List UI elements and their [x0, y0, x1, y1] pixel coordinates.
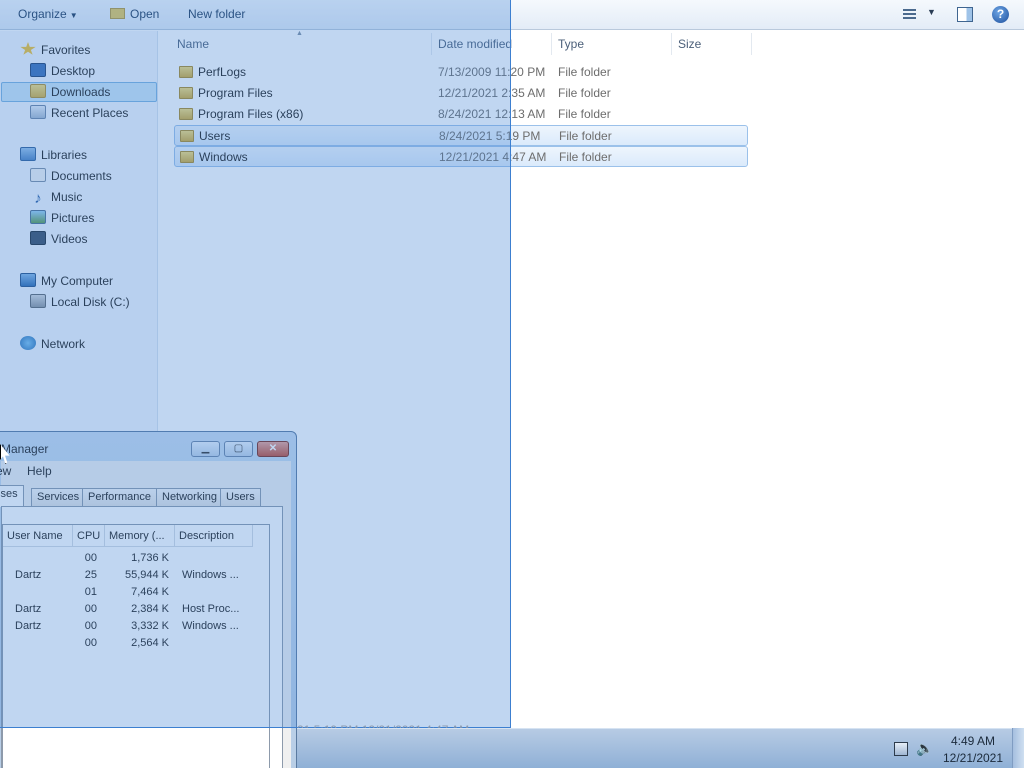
view-dropdown-arrow-icon[interactable]: ▼	[927, 7, 936, 17]
help-icon[interactable]: ?	[992, 6, 1009, 23]
file-type: File folder	[559, 150, 612, 164]
file-type: File folder	[558, 65, 611, 79]
selection-overlay	[0, 0, 511, 728]
network-tray-icon[interactable]	[894, 742, 908, 756]
file-type: File folder	[559, 129, 612, 143]
column-header-size[interactable]: Size	[672, 33, 752, 55]
preview-pane-icon[interactable]	[957, 7, 973, 22]
show-desktop-button[interactable]	[1012, 728, 1024, 768]
details-view-icon	[903, 9, 916, 21]
column-header-type[interactable]: Type	[552, 33, 672, 55]
volume-icon[interactable]: 🔈	[916, 740, 933, 757]
clock-date[interactable]: 12/21/2021	[937, 751, 1009, 765]
clock-time[interactable]: 4:49 AM	[937, 734, 1009, 748]
taskbar: 🔈 4:49 AM 12/21/2021	[297, 728, 1024, 768]
file-type: File folder	[558, 86, 611, 100]
file-type: File folder	[558, 107, 611, 121]
change-view-button[interactable]: ▼	[901, 7, 936, 23]
